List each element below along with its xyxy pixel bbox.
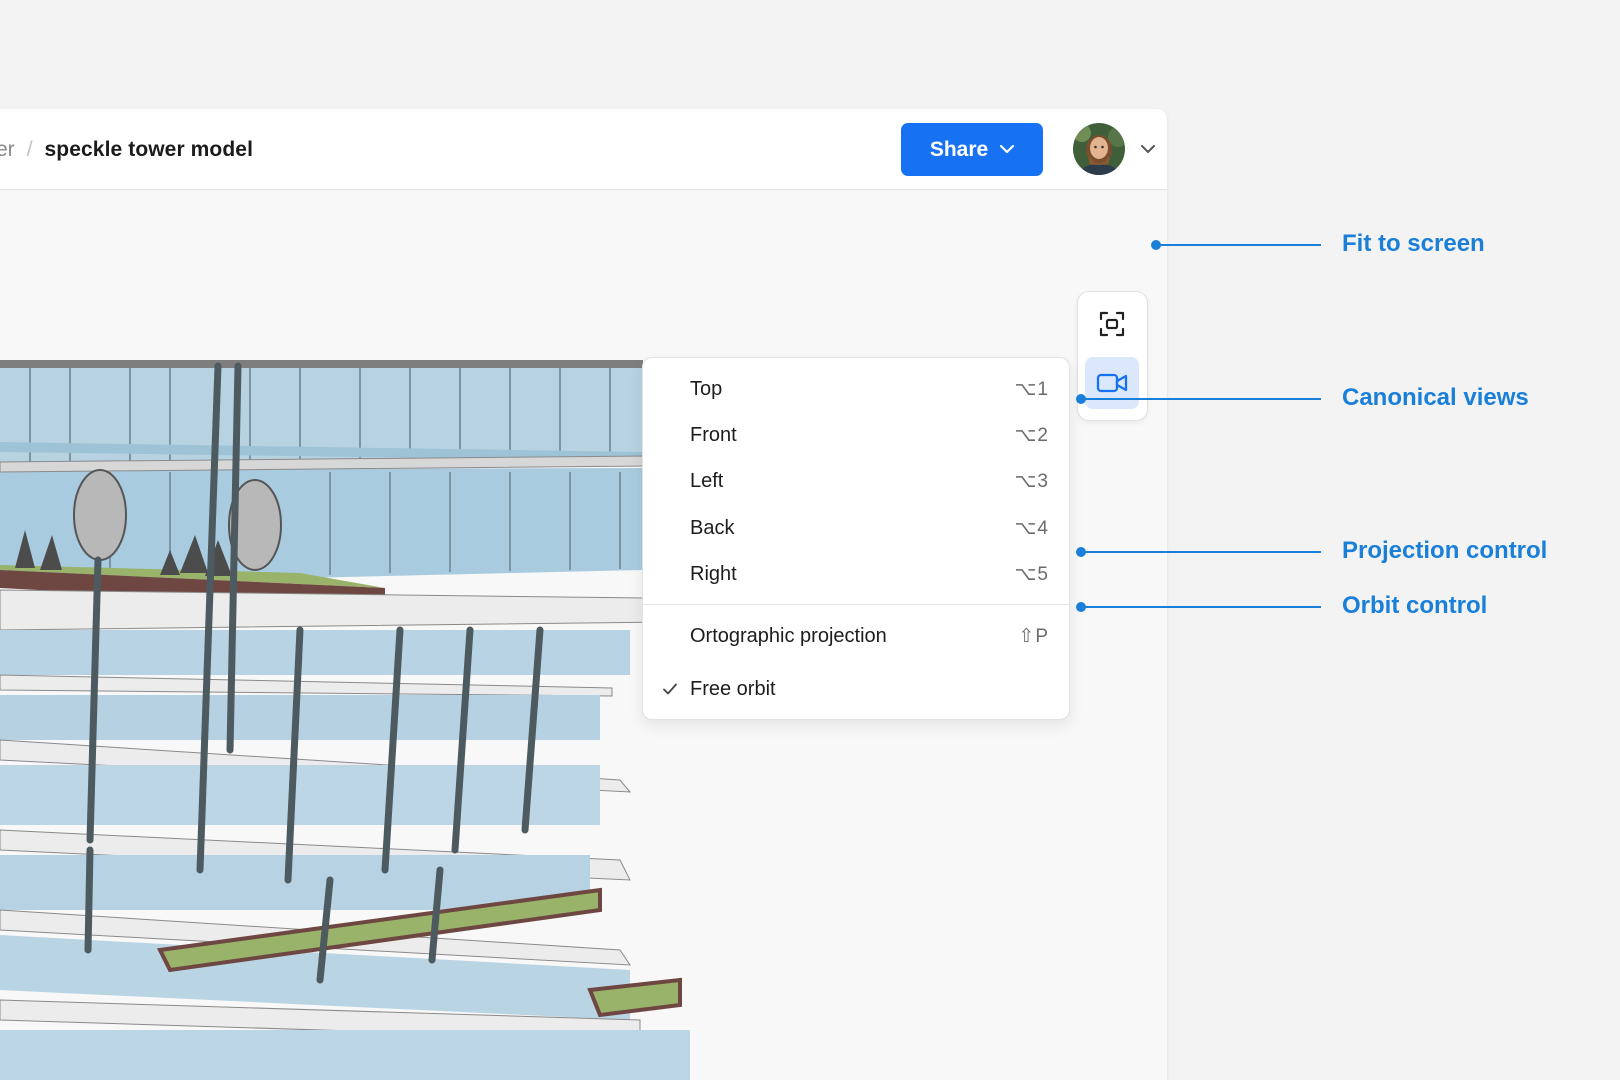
callout-line — [1156, 244, 1321, 246]
tower-model[interactable] — [0, 190, 700, 1080]
menu-item-right[interactable]: Right ⌥5 — [643, 554, 1069, 594]
user-menu[interactable] — [1073, 123, 1155, 175]
callout-orbit-control: Orbit control — [1342, 592, 1488, 619]
callout-projection-control: Projection control — [1342, 537, 1548, 564]
menu-item-shortcut: ⌥3 — [1014, 470, 1049, 492]
camera-views-button[interactable] — [1085, 357, 1139, 409]
menu-item-orthographic-projection[interactable]: Ortographic projection ⇧P — [643, 616, 1069, 656]
viewer-toolbar — [1077, 291, 1148, 421]
menu-item-shortcut: ⌥5 — [1014, 563, 1049, 585]
callout-canonical-views: Canonical views — [1342, 384, 1529, 411]
menu-item-shortcut: ⌥1 — [1014, 378, 1049, 400]
menu-item-shortcut: ⌥2 — [1014, 424, 1049, 446]
menu-item-shortcut: ⇧P — [1018, 625, 1049, 647]
top-bar: er / speckle tower model Share — [0, 109, 1167, 190]
menu-item-label: Ortographic projection — [690, 624, 887, 647]
menu-item-label: Top — [690, 377, 723, 400]
callout-line — [1081, 398, 1321, 400]
menu-item-label: Free orbit — [690, 677, 776, 700]
breadcrumb-current: speckle tower model — [44, 138, 254, 161]
avatar — [1073, 123, 1125, 175]
menu-item-label: Left — [690, 469, 724, 492]
callout-fit-to-screen: Fit to screen — [1342, 230, 1485, 257]
menu-divider — [643, 604, 1069, 605]
breadcrumb-separator: / — [26, 138, 33, 161]
video-camera-icon — [1096, 373, 1128, 393]
menu-item-label: Back — [690, 516, 735, 539]
checkmark-icon — [663, 683, 677, 695]
menu-item-top[interactable]: Top ⌥1 — [643, 369, 1069, 409]
camera-views-menu: Top ⌥1 Front ⌥2 Left ⌥3 Back ⌥4 Right ⌥5… — [642, 357, 1070, 720]
menu-item-shortcut: ⌥4 — [1014, 517, 1049, 539]
menu-item-label: Front — [690, 423, 737, 446]
3d-viewport[interactable]: Top ⌥1 Front ⌥2 Left ⌥3 Back ⌥4 Right ⌥5… — [0, 190, 1167, 1080]
menu-item-label: Right — [690, 562, 737, 585]
callout-line — [1081, 606, 1321, 608]
chevron-down-icon — [1141, 144, 1155, 153]
callout-line — [1081, 551, 1321, 553]
chevron-down-icon — [1000, 145, 1015, 154]
menu-item-back[interactable]: Back ⌥4 — [643, 508, 1069, 548]
menu-item-left[interactable]: Left ⌥3 — [643, 461, 1069, 501]
share-button[interactable]: Share — [901, 123, 1043, 176]
menu-item-free-orbit[interactable]: Free orbit — [643, 669, 1069, 709]
fit-to-screen-icon — [1099, 311, 1125, 337]
breadcrumb: er / speckle tower model — [0, 137, 253, 163]
viewer-window: er / speckle tower model Share Top ⌥1 Fr… — [0, 109, 1167, 1080]
share-label: Share — [929, 137, 989, 161]
menu-item-front[interactable]: Front ⌥2 — [643, 415, 1069, 455]
breadcrumb-previous[interactable]: er — [0, 138, 15, 162]
fit-to-screen-button[interactable] — [1085, 298, 1139, 350]
